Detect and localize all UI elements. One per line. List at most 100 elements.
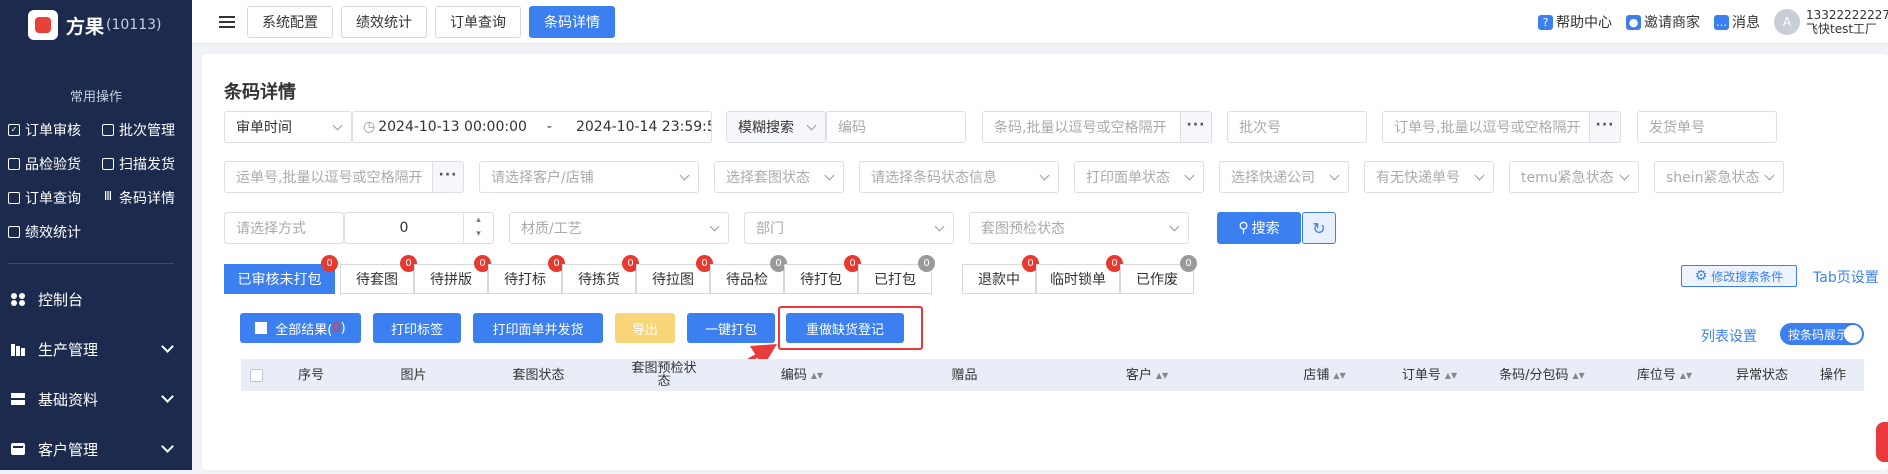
tab-packed[interactable]: 已打包 0 — [858, 255, 935, 294]
menu-toggle-icon[interactable] — [219, 15, 235, 28]
help-center-link[interactable]: ? 帮助中心 — [1538, 12, 1612, 32]
batch-input[interactable]: 批次号 — [1227, 111, 1367, 143]
date-range-picker[interactable]: ◷ 2024-10-13 00:00:00 - 2024-10-14 23:59… — [352, 111, 712, 143]
col-order-number[interactable]: 订单号 ▲▼ — [1382, 359, 1477, 391]
app-logo[interactable]: 方果 (10113) — [0, 0, 192, 50]
theme-status-select[interactable]: 选择套图状态 — [714, 161, 844, 193]
select-all-checkbox[interactable] — [249, 368, 263, 382]
tab-system-config[interactable]: 系统配置 — [247, 5, 333, 38]
tab-label: 待打标 — [504, 272, 546, 288]
quick-barcode-detail[interactable]: Ⅲ 条码详情 — [102, 181, 196, 215]
sort-icon[interactable]: ▲▼ — [811, 369, 823, 382]
print-label-button[interactable]: 打印标签 — [373, 313, 461, 343]
side-float-tab[interactable] — [1876, 422, 1888, 462]
more-button[interactable]: ··· — [432, 162, 463, 192]
sidebar-item-production[interactable]: 生产管理 — [0, 324, 192, 374]
modify-search-button[interactable]: ⚙ 修改搜索条件 — [1681, 265, 1797, 287]
quick-order-query[interactable]: 订单查询 — [8, 181, 102, 215]
quick-performance[interactable]: 绩效统计 — [8, 215, 102, 249]
tab-refunding[interactable]: 退款中 0 — [962, 255, 1039, 294]
messages-link[interactable]: … 消息 — [1714, 12, 1760, 32]
all-results-button[interactable]: 全部结果(0) — [240, 313, 361, 343]
material-select[interactable]: 材质/工艺 — [509, 212, 729, 244]
app-name: 方果 — [66, 15, 105, 38]
sidebar-divider — [8, 263, 174, 264]
quick-scan-ship[interactable]: 扫描发货 — [102, 147, 196, 181]
sort-icon[interactable]: ▲▼ — [1680, 369, 1692, 382]
order-number-input[interactable]: 订单号,批量以逗号或空格隔开 ··· — [1382, 111, 1621, 143]
col-code[interactable]: 编码 ▲▼ — [702, 359, 902, 391]
tab-temp-lock[interactable]: 临时锁单 0 — [1036, 255, 1123, 294]
waybill-input[interactable]: 运单号,批量以逗号或空格隔开 ··· — [224, 161, 464, 193]
user-info[interactable]: 13322222227 飞快test工厂 — [1806, 8, 1888, 36]
select-all-cell[interactable] — [241, 359, 271, 391]
shein-urgent-select[interactable]: shein紧急状态 — [1654, 161, 1784, 193]
barcode-input[interactable]: 条码,批量以逗号或空格隔开 ··· — [982, 111, 1212, 143]
more-button[interactable]: ··· — [1180, 112, 1211, 142]
barcode-display-toggle[interactable]: 按条码展示 — [1780, 323, 1864, 345]
tab-pending-inspect[interactable]: 待品检 0 — [710, 255, 787, 294]
tab-voided[interactable]: 已作废 0 — [1120, 255, 1197, 294]
department-select[interactable]: 部门 — [744, 212, 954, 244]
barcode-status-select[interactable]: 请选择条码状态信息 — [859, 161, 1059, 193]
search-mode-select[interactable]: 模糊搜索 — [726, 111, 826, 143]
search-icon: ⚲ — [1238, 220, 1249, 236]
col-shop[interactable]: 店铺 ▲▼ — [1267, 359, 1382, 391]
tab-pending-label[interactable]: 待打标 0 — [488, 255, 565, 294]
has-express-placeholder: 有无快递单号 — [1376, 170, 1460, 186]
tab-pending-pack[interactable]: 待打包 0 — [784, 255, 861, 294]
time-type-select[interactable]: 审单时间 — [224, 111, 352, 143]
sidebar-item-customer[interactable]: 客户管理 — [0, 424, 192, 474]
tab-reviewed-unpacked[interactable]: 已审核未打包 0 — [224, 255, 338, 294]
quick-label: 批次管理 — [119, 123, 175, 139]
ship-number-input[interactable]: 发货单号 — [1637, 111, 1777, 143]
more-button[interactable]: ··· — [1589, 112, 1620, 142]
count-badge: 0 — [1180, 255, 1197, 272]
quick-inspect[interactable]: 品检验货 — [8, 147, 102, 181]
precheck-status-select[interactable]: 套图预检状态 — [969, 212, 1189, 244]
tab-pending-pick[interactable]: 待拣货 0 — [562, 255, 639, 294]
code-input[interactable]: 编码 — [826, 111, 966, 143]
col-location[interactable]: 库位号 ▲▼ — [1607, 359, 1722, 391]
list-settings-link[interactable]: 列表设置 — [1701, 326, 1757, 346]
quantity-stepper[interactable]: 0 ▴ ▾ — [344, 212, 494, 244]
search-button[interactable]: ⚲ 搜索 — [1217, 212, 1301, 244]
quick-order-review[interactable]: ✓ 订单审核 — [8, 113, 102, 147]
stepper-buttons[interactable]: ▴ ▾ — [463, 213, 493, 243]
sort-icon[interactable]: ▲▼ — [1156, 369, 1168, 382]
precheck-placeholder: 套图预检状态 — [981, 221, 1065, 237]
tab-label: 待拼版 — [430, 272, 472, 288]
sort-icon[interactable]: ▲▼ — [1445, 369, 1457, 382]
database-icon — [10, 392, 26, 406]
has-express-select[interactable]: 有无快递单号 — [1364, 161, 1494, 193]
sidebar-item-dashboard[interactable]: 控制台 — [0, 274, 192, 324]
app-count: (10113) — [106, 17, 162, 33]
order-placeholder: 订单号,批量以逗号或空格隔开 — [1394, 120, 1581, 136]
tab-barcode-detail[interactable]: 条码详情 — [529, 5, 615, 38]
col-customer[interactable]: 客户 ▲▼ — [1027, 359, 1267, 391]
checkbox[interactable] — [255, 322, 268, 334]
sidebar-item-label: 客户管理 — [38, 440, 99, 459]
tab-performance[interactable]: 绩效统计 — [341, 5, 427, 38]
temu-urgent-select[interactable]: temu紧急状态 — [1509, 161, 1639, 193]
print-status-select[interactable]: 打印面单状态 — [1074, 161, 1204, 193]
refresh-button[interactable]: ↻ — [1302, 212, 1336, 244]
sidebar-item-basic-data[interactable]: 基础资料 — [0, 374, 192, 424]
tab-pending-theme[interactable]: 待套图 0 — [340, 255, 417, 294]
customer-select[interactable]: 请选择客户/店铺 — [479, 161, 699, 193]
toggle-label: 按条码展示 — [1788, 327, 1849, 342]
invite-merchant-link[interactable]: ● 邀请商家 — [1626, 12, 1700, 32]
tab-pending-layout[interactable]: 待拼版 0 — [414, 255, 491, 294]
express-company-select[interactable]: 选择快递公司 — [1219, 161, 1349, 193]
quick-batch-manage[interactable]: 批次管理 — [102, 113, 196, 147]
sort-icon[interactable]: ▲▼ — [1333, 369, 1345, 382]
print-ship-button[interactable]: 打印面单并发货 — [473, 313, 603, 343]
sort-icon[interactable]: ▲▼ — [1573, 369, 1585, 382]
avatar[interactable]: A — [1774, 9, 1800, 35]
col-barcode[interactable]: 条码/分包码 ▲▼ — [1477, 359, 1607, 391]
count-badge: 0 — [918, 255, 935, 272]
tab-order-query[interactable]: 订单查询 — [435, 5, 521, 38]
tab-pending-pull[interactable]: 待拉图 0 — [636, 255, 713, 294]
tab-settings-link[interactable]: Tab页设置 — [1813, 267, 1879, 287]
method-select[interactable]: 请选择方式 — [224, 212, 344, 244]
